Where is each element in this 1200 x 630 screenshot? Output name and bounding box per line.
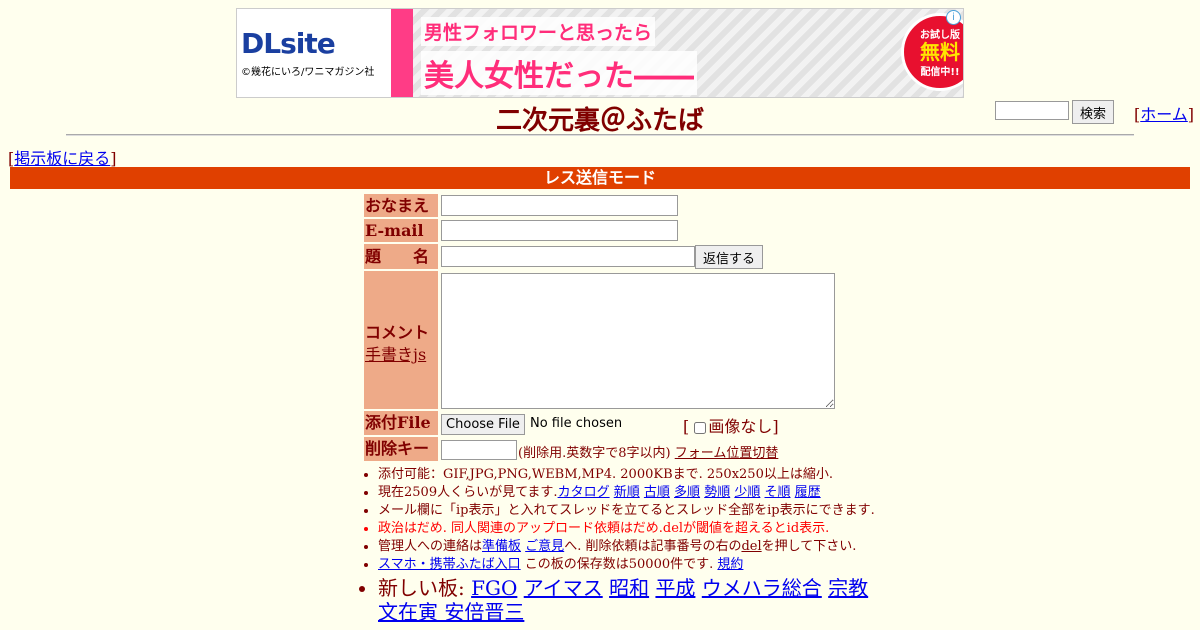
email-label: E-mail (364, 219, 438, 242)
no-file-text: No file chosen (530, 416, 623, 431)
new-boards: 新しい板: FGO アイマス 昭和 平成 ウメハラ総合 宗教文在寅 安倍晋三 (378, 576, 878, 624)
contact-text-a: 管理人への連絡は (378, 539, 483, 554)
mobile-entry-link[interactable]: スマホ・携帯ふたば入口 (378, 557, 521, 572)
history-link[interactable]: 履歴 (795, 485, 821, 500)
comment-label-cell: コメント 手書きjs (364, 271, 438, 409)
contact-text-b: へ. 削除依頼は記事番号の右の (564, 539, 742, 554)
rule-ip-display: メール欄に「ip表示」と入れてスレッドを立てるとスレッド全部をip表示にできます… (378, 502, 878, 520)
banner-brand: DLsite ©幾花にいろ/ワニマガジン社 (237, 9, 391, 97)
comment-textarea[interactable] (441, 273, 835, 409)
new-boards-label: 新しい板: (378, 576, 465, 600)
email-input[interactable] (441, 220, 678, 241)
subject-input[interactable] (441, 246, 695, 267)
reply-mode-bar: レス送信モード (10, 167, 1190, 189)
badge-top-text: お試し版 (920, 30, 960, 41)
back-nav: [掲示板に戻る] (8, 149, 117, 168)
handwrite-link[interactable]: 手書きjs (365, 341, 426, 365)
board-rules: 添付可能：GIF,JPG,PNG,WEBM,MP4. 2000KBまで. 250… (360, 466, 878, 624)
home-link[interactable]: ホーム (1140, 105, 1188, 124)
sort-so-link[interactable]: そ順 (765, 485, 791, 500)
ad-info-icon[interactable]: i (946, 10, 961, 25)
viewer-count: 現在2509人くらいが見てます. (378, 485, 558, 500)
rule-contact: 管理人への連絡は準備板 ご意見へ. 削除依頼は記事番号の右のdelを押して下さい… (378, 538, 878, 556)
board-heisei-link[interactable]: 平成 (655, 576, 695, 600)
ad-banner[interactable]: DLsite ©幾花にいろ/ワニマガジン社 男性フォロワーと思ったら 美人女性だ… (236, 8, 964, 98)
delete-key-input[interactable] (441, 440, 517, 460)
catalog-link[interactable]: カタログ (558, 485, 610, 500)
sort-many-link[interactable]: 多順 (674, 485, 700, 500)
comment-label: コメント (365, 323, 430, 342)
banner-artwork: 男性フォロワーと思ったら 美人女性だった―― お試し版 無料 配信中!! (413, 9, 963, 97)
title-divider (66, 134, 1134, 136)
form-position-link[interactable]: フォーム位置切替 (675, 446, 779, 461)
no-image-checkbox[interactable] (694, 421, 707, 434)
delete-key-label: 削除キー (364, 437, 438, 461)
banner-copyright: ©幾花にいろ/ワニマガジン社 (241, 67, 375, 78)
badge-bottom-text: 配信中!! (920, 67, 960, 78)
board-fgo-link[interactable]: FGO (471, 576, 517, 600)
rule-mobile: スマホ・携帯ふたば入口 この板の保存数は50000件です. 規約 (378, 556, 878, 574)
banner-headline: 男性フォロワーと思ったら (421, 17, 656, 46)
terms-link[interactable]: 規約 (717, 557, 743, 572)
banner-accent (391, 9, 413, 97)
file-label: 添付File (364, 411, 438, 435)
badge-main-text: 無料 (920, 40, 960, 64)
board-religion-link[interactable]: 宗教 (828, 576, 868, 600)
subject-label: 題 名 (364, 244, 438, 269)
dlsite-logo: DLsite (241, 27, 336, 60)
contact-text-c: を押して下さい. (761, 539, 857, 554)
no-image-label: 画像なし (708, 417, 773, 436)
reply-button[interactable]: 返信する (695, 245, 763, 269)
choose-file-button[interactable]: Choose File (441, 414, 525, 435)
no-image-option: [ 画像なし] (683, 417, 779, 436)
board-line2-link[interactable]: 文在寅 安倍晋三 (378, 600, 524, 624)
home-nav: [ホーム] (1134, 105, 1195, 124)
sort-old-link[interactable]: 古順 (644, 485, 670, 500)
name-input[interactable] (441, 195, 678, 216)
del-link[interactable]: del (741, 539, 761, 554)
search-button[interactable]: 検索 (1072, 100, 1114, 124)
sort-few-link[interactable]: 少順 (734, 485, 760, 500)
sort-momentum-link[interactable]: 勢順 (704, 485, 730, 500)
rule-politics: 政治はだめ. 同人関連のアップロード依頼はだめ.delが閾値を超えるとid表示. (378, 520, 878, 538)
delete-key-hint: (削除用.英数字で8字以内) (518, 446, 671, 461)
delete-key-note: (削除用.英数字で8字以内) フォーム位置切替 (518, 442, 778, 461)
prep-board-link[interactable]: 準備板 (482, 539, 521, 554)
banner-subhead: 美人女性だった―― (421, 51, 697, 95)
rule-attachments: 添付可能：GIF,JPG,PNG,WEBM,MP4. 2000KBまで. 250… (378, 466, 878, 484)
sort-new-link[interactable]: 新順 (614, 485, 640, 500)
feedback-link[interactable]: ご意見 (525, 539, 564, 554)
back-to-board-link[interactable]: 掲示板に戻る (14, 149, 110, 168)
storage-count-text: この板の保存数は50000件です. (524, 557, 714, 572)
board-umehara-link[interactable]: ウメハラ総合 (702, 576, 822, 600)
board-imas-link[interactable]: アイマス (524, 576, 603, 600)
rule-viewers: 現在2509人くらいが見てます.カタログ 新順 古順 多順 勢順 少順 そ順 履… (378, 484, 878, 502)
search-input[interactable] (995, 101, 1069, 120)
name-label: おなまえ (364, 194, 438, 217)
board-showa-link[interactable]: 昭和 (609, 576, 649, 600)
